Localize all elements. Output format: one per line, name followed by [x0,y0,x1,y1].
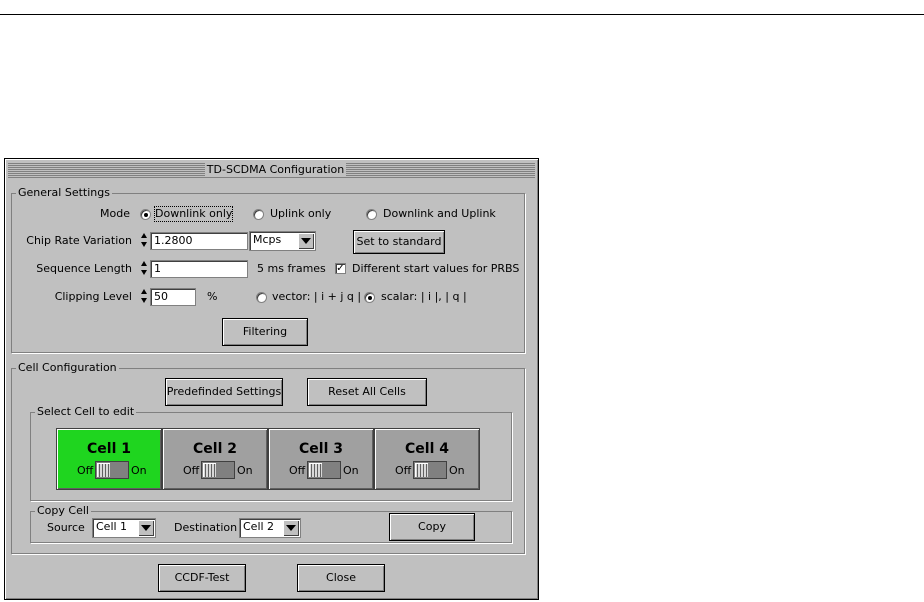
sequence-length-label: Sequence Length [36,262,132,275]
on-label: On [449,464,465,477]
chip-rate-spinner[interactable] [140,232,148,250]
clip-vector-radio[interactable] [256,292,267,303]
mode-both-radio[interactable] [366,209,377,220]
sequence-length-input[interactable]: 1 [150,260,248,278]
general-settings-legend: General Settings [18,186,110,199]
cell-name: Cell 2 [193,441,237,457]
mode-label: Mode [100,207,130,220]
ccdf-test-button[interactable]: CCDF-Test [158,564,246,592]
toggle-knob[interactable] [415,463,428,477]
on-label: On [237,464,253,477]
cell-1-toggle[interactable] [95,461,129,479]
cell-name: Cell 3 [299,441,343,457]
source-label: Source [47,521,85,534]
mode-downlink-label[interactable]: Downlink only [153,206,234,222]
sequence-length-unit: 5 ms frames [257,262,326,275]
cell-2-toggle[interactable] [201,461,235,479]
toggle-knob[interactable] [97,463,110,477]
dialog-title: TD-SCDMA Configuration [205,163,346,177]
close-button[interactable]: Close [297,564,385,592]
source-value: Cell 1 [96,520,128,533]
mode-uplink-label[interactable]: Uplink only [270,207,331,221]
source-select[interactable]: Cell 1 [92,518,156,538]
top-rule [0,14,924,15]
clipping-unit: % [207,290,218,303]
chip-rate-label: Chip Rate Variation [26,234,132,247]
copy-button[interactable]: Copy [389,513,475,541]
title-bar[interactable]: TD-SCDMA Configuration [8,162,535,178]
cell-3-tile[interactable]: Cell 3 Off On [268,428,374,490]
off-label: Off [395,464,412,477]
chevron-down-icon[interactable] [298,233,314,249]
clip-vector-label[interactable]: vector: | i + j q | [272,290,361,304]
chevron-down-icon[interactable] [138,520,154,536]
mode-downlink-radio[interactable] [140,209,151,220]
copy-cell-legend: Copy Cell [37,504,89,517]
off-label: Off [289,464,306,477]
toggle-knob[interactable] [309,463,322,477]
mode-uplink-radio[interactable] [253,209,264,220]
cell-4-toggle[interactable] [413,461,447,479]
on-label: On [131,464,147,477]
cell-3-toggle[interactable] [307,461,341,479]
destination-value: Cell 2 [243,520,275,533]
mode-both-label[interactable]: Downlink and Uplink [383,207,496,221]
chip-rate-input[interactable]: 1.2800 [150,232,248,250]
clipping-level-label: Clipping Level [54,290,132,303]
cell-2-tile[interactable]: Cell 2 Off On [162,428,268,490]
prbs-label[interactable]: Different start values for PRBS [352,262,519,276]
cell-configuration-legend: Cell Configuration [18,361,117,374]
cell-1-tile[interactable]: Cell 1 Off On [56,428,162,490]
cell-name: Cell 1 [87,441,131,457]
set-to-standard-button[interactable]: Set to standard [353,230,445,254]
chip-rate-unit-value: Mcps [253,233,282,246]
clipping-level-input[interactable]: 50 [150,288,196,306]
off-label: Off [183,464,200,477]
sequence-length-spinner[interactable] [140,260,148,278]
on-label: On [343,464,359,477]
select-cell-legend: Select Cell to edit [37,405,135,418]
cell-name: Cell 4 [405,441,449,457]
clip-scalar-label[interactable]: scalar: | i |, | q | [381,290,467,304]
off-label: Off [77,464,94,477]
reset-all-cells-button[interactable]: Reset All Cells [307,378,427,406]
prbs-checkbox[interactable]: ✓ [335,263,346,274]
clip-scalar-radio[interactable] [364,292,375,303]
chip-rate-unit-select[interactable]: Mcps [249,231,316,251]
clipping-level-spinner[interactable] [140,288,148,306]
predefined-settings-button[interactable]: Predefinded Settings [165,378,283,406]
cell-4-tile[interactable]: Cell 4 Off On [374,428,480,490]
chevron-down-icon[interactable] [283,520,299,536]
toggle-knob[interactable] [203,463,216,477]
filtering-button[interactable]: Filtering [222,318,308,346]
destination-select[interactable]: Cell 2 [239,518,301,538]
destination-label: Destination [174,521,238,534]
